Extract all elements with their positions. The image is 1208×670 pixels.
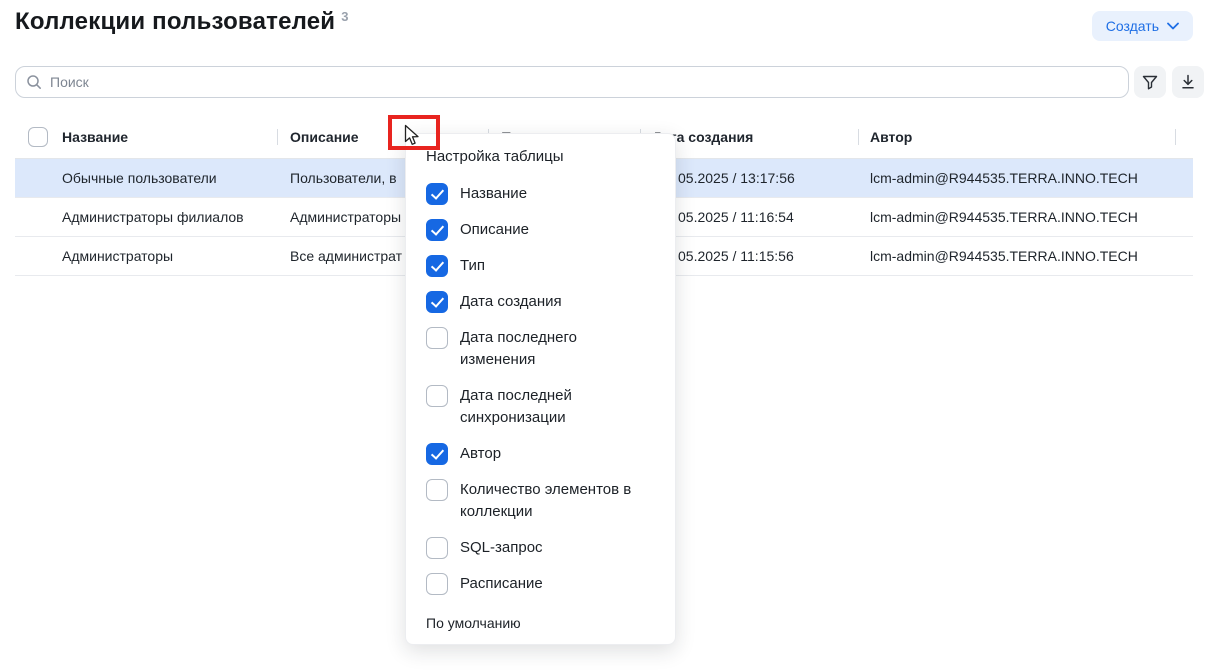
reset-to-default-button[interactable]: По умолчанию [426,615,655,631]
column-option-name[interactable]: Название [426,183,655,205]
checkbox[interactable] [426,443,448,465]
checkbox[interactable] [426,385,448,407]
column-option-item-count[interactable]: Количество элементов в коллекции [426,479,655,523]
column-option-created[interactable]: Дата создания [426,291,655,313]
page-header: Коллекции пользователей 3 Создать [15,8,1193,41]
cell-author: lcm-admin@R944535.TERRA.INNO.TECH [870,248,1138,264]
popup-title: Настройка таблицы [426,148,655,165]
cell-created: 05.2025 / 11:16:54 [678,209,794,225]
search-box[interactable] [15,66,1129,98]
chevron-down-icon [1167,22,1179,30]
checkbox[interactable] [426,255,448,277]
checkbox[interactable] [426,183,448,205]
cell-description: Администраторы [290,209,401,225]
column-option-type[interactable]: Тип [426,255,655,277]
column-option-last-sync[interactable]: Дата последней синхронизации [426,385,655,429]
filter-button[interactable] [1134,66,1166,98]
checkbox[interactable] [426,537,448,559]
column-header-description: Описание [290,129,359,145]
checkbox[interactable] [426,479,448,501]
create-button-label: Создать [1106,18,1159,34]
column-option-schedule[interactable]: Расписание [426,573,655,595]
collections-count-badge: 3 [341,9,348,24]
download-button[interactable] [1172,66,1204,98]
column-option-author[interactable]: Автор [426,443,655,465]
search-row [15,66,1194,98]
cell-name: Обычные пользователи [62,170,217,186]
table-settings-popup: Настройка таблицы Название Описание Тип … [405,133,676,645]
cell-name: Администраторы [62,248,173,264]
cell-author: lcm-admin@R944535.TERRA.INNO.TECH [870,170,1138,186]
download-icon [1179,73,1197,91]
create-button[interactable]: Создать [1092,11,1193,41]
checkbox[interactable] [426,291,448,313]
cell-created: 05.2025 / 13:17:56 [678,170,795,186]
cell-name: Администраторы филиалов [62,209,244,225]
checkbox[interactable] [426,327,448,349]
column-option-description[interactable]: Описание [426,219,655,241]
search-icon [26,74,42,90]
column-option-last-modified[interactable]: Дата последнего изменения [426,327,655,371]
filter-funnel-icon [1141,73,1159,91]
column-divider [858,129,859,145]
select-all-checkbox[interactable] [28,127,48,147]
search-input[interactable] [50,74,1118,90]
column-header-name: Название [62,129,128,145]
column-divider [277,129,278,145]
cell-description: Пользователи, в [290,170,397,186]
column-option-sql-query[interactable]: SQL-запрос [426,537,655,559]
checkbox[interactable] [426,573,448,595]
cell-description: Все администрат [290,248,402,264]
column-divider [1175,129,1176,145]
page-title: Коллекции пользователей [15,8,335,36]
cell-author: lcm-admin@R944535.TERRA.INNO.TECH [870,209,1138,225]
checkbox[interactable] [426,219,448,241]
column-header-author: Автор [870,129,912,145]
cell-created: 05.2025 / 11:15:56 [678,248,794,264]
